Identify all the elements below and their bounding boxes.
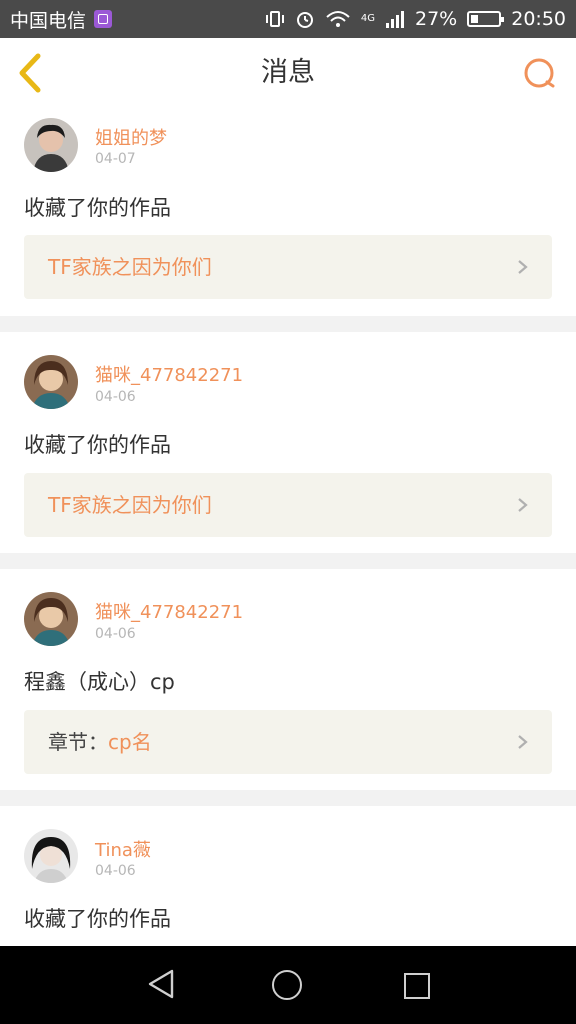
page-title: 消息 xyxy=(261,57,315,88)
message-card: 姐姐的梦 04-07 收藏了你的作品 TF家族之因为你们 xyxy=(0,108,576,316)
work-link[interactable]: TF家族之因为你们 xyxy=(24,473,552,537)
user-avatar[interactable] xyxy=(24,829,78,883)
chapter-prefix: 章节： xyxy=(48,730,108,754)
message-date: 04-06 xyxy=(95,389,136,405)
network-type-label: 4G xyxy=(360,13,375,24)
status-right: 4G 27% 20:50 xyxy=(265,8,566,30)
message-date: 04-07 xyxy=(95,151,136,167)
message-card: 猫咪_477842271 04-06 收藏了你的作品 TF家族之因为你们 xyxy=(0,332,576,553)
message-text: 收藏了你的作品 xyxy=(24,433,171,457)
signal-4g-icon xyxy=(386,11,404,28)
chapter-link[interactable]: 章节：cp名 xyxy=(24,710,552,774)
wifi-icon xyxy=(326,11,350,27)
message-text: 收藏了你的作品 xyxy=(24,907,171,931)
work-link-label: TF家族之因为你们 xyxy=(48,493,212,517)
battery-fill xyxy=(471,15,479,23)
message-card: 猫咪_477842271 04-06 程鑫（成心）cp 章节：cp名 xyxy=(0,569,576,790)
message-card: Tina薇 04-06 收藏了你的作品 xyxy=(0,806,576,946)
alarm-icon xyxy=(296,12,313,28)
username[interactable]: 猫咪_477842271 xyxy=(95,598,243,624)
status-bar: 中国电信 4G 27% 20:50 xyxy=(0,0,576,38)
user-avatar[interactable] xyxy=(24,355,78,409)
chevron-right-icon xyxy=(518,260,528,274)
battery-percent: 27% xyxy=(415,8,458,30)
carrier-name: 中国电信 xyxy=(10,9,87,32)
nav-recents-icon[interactable] xyxy=(404,973,430,999)
user-avatar[interactable] xyxy=(24,118,78,172)
system-navigation-bar xyxy=(0,946,576,1024)
work-link-label: TF家族之因为你们 xyxy=(48,255,212,279)
chevron-right-icon xyxy=(518,735,528,749)
app-header: 消息 xyxy=(0,38,576,109)
user-avatar[interactable] xyxy=(24,592,78,646)
clock: 20:50 xyxy=(511,8,566,30)
username[interactable]: Tina薇 xyxy=(95,836,151,862)
nav-back-icon[interactable] xyxy=(146,968,176,1000)
battery-icon xyxy=(467,11,505,27)
vibrate-icon xyxy=(265,11,284,27)
message-text: 收藏了你的作品 xyxy=(24,196,171,220)
message-date: 04-06 xyxy=(95,863,136,879)
message-text: 程鑫（成心）cp xyxy=(24,670,175,694)
work-link[interactable]: TF家族之因为你们 xyxy=(24,235,552,299)
chapter-name: cp名 xyxy=(108,730,152,754)
search-button[interactable] xyxy=(522,56,558,92)
status-left: 中国电信 xyxy=(10,6,113,33)
username[interactable]: 猫咪_477842271 xyxy=(95,361,243,387)
carrier-badge-icon xyxy=(94,10,113,28)
search-icon xyxy=(524,58,555,88)
nav-home-icon[interactable] xyxy=(272,970,302,1000)
message-date: 04-06 xyxy=(95,626,136,642)
chapter-link-label: 章节：cp名 xyxy=(48,710,152,774)
username[interactable]: 姐姐的梦 xyxy=(95,124,167,150)
chevron-right-icon xyxy=(518,498,528,512)
